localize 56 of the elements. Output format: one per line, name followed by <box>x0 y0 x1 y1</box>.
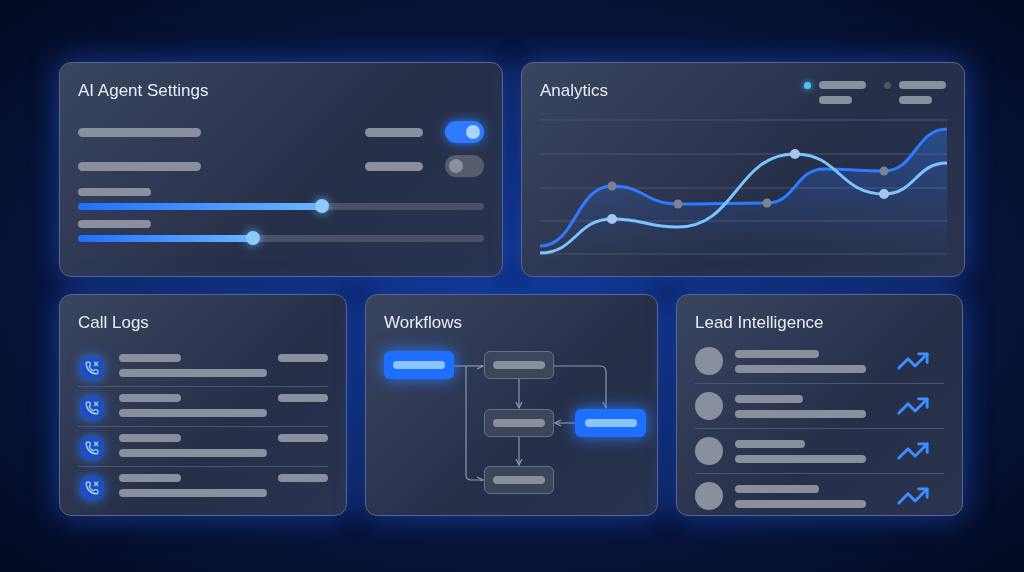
avatar <box>695 392 723 420</box>
slider[interactable] <box>78 199 484 213</box>
missed-call-icon <box>81 477 103 499</box>
connector-arrow <box>553 365 607 409</box>
workflow-node[interactable] <box>575 409 646 437</box>
data-point <box>790 149 800 159</box>
card-title: AI Agent Settings <box>78 80 209 102</box>
workflow-node[interactable] <box>484 466 554 494</box>
toggle-switch[interactable] <box>445 155 484 177</box>
placeholder-bar <box>119 354 181 362</box>
placeholder-bar <box>119 394 181 402</box>
toggle-switch[interactable] <box>445 121 484 143</box>
avatar <box>695 347 723 375</box>
placeholder-bar <box>278 354 328 362</box>
placeholder-bar <box>119 434 181 442</box>
card-title: Call Logs <box>78 312 149 334</box>
data-point <box>607 181 617 191</box>
placeholder-bar <box>393 361 445 369</box>
card-title: Lead Intelligence <box>695 312 824 334</box>
card-title: Analytics <box>540 80 609 102</box>
missed-call-icon <box>81 397 103 419</box>
placeholder-bar <box>493 419 545 427</box>
placeholder-bar <box>365 161 423 171</box>
workflow-node[interactable] <box>484 351 554 379</box>
placeholder-bar <box>278 474 328 482</box>
placeholder-bar <box>493 361 545 369</box>
connector-arrow <box>554 419 576 427</box>
missed-call-icon <box>81 437 103 459</box>
placeholder-bar <box>819 96 852 104</box>
placeholder-bar <box>278 394 328 402</box>
data-point <box>879 189 889 199</box>
placeholder-bar <box>899 81 946 89</box>
placeholder-bar <box>735 394 803 403</box>
placeholder-bar <box>899 96 932 104</box>
placeholder-bar <box>819 81 866 89</box>
placeholder-bar <box>735 439 805 448</box>
card-title: Workflows <box>384 312 463 334</box>
placeholder-bar <box>493 476 545 484</box>
workflow-node[interactable] <box>384 351 454 379</box>
data-point <box>607 214 617 224</box>
workflow-node[interactable] <box>484 409 554 437</box>
slider-thumb[interactable] <box>314 199 329 213</box>
placeholder-bar <box>365 127 423 137</box>
placeholder-bar <box>278 434 328 442</box>
data-point <box>673 199 683 209</box>
slider-thumb[interactable] <box>245 231 260 245</box>
data-point <box>879 166 889 176</box>
slider[interactable] <box>78 231 484 245</box>
missed-call-icon <box>81 357 103 379</box>
placeholder-bar <box>584 419 637 427</box>
connector-arrow <box>515 378 523 409</box>
avatar <box>695 437 723 465</box>
data-point <box>762 198 772 208</box>
avatar <box>695 482 723 510</box>
placeholder-bar <box>119 474 181 482</box>
connector-arrow <box>515 436 523 466</box>
